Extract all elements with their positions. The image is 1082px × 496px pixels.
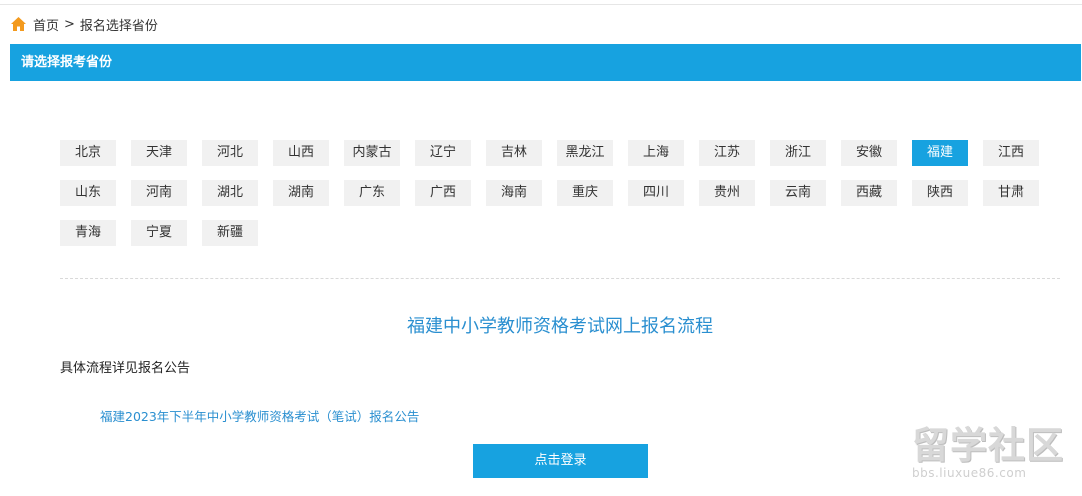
province-button-shandong[interactable]: 山东 (60, 180, 116, 206)
section-header: 请选择报考省份 (10, 44, 1081, 81)
province-button-shanghai[interactable]: 上海 (628, 140, 684, 166)
breadcrumb-separator: > (64, 16, 75, 32)
province-button-jiangsu[interactable]: 江苏 (699, 140, 755, 166)
province-button-guangdong[interactable]: 广东 (344, 180, 400, 206)
watermark-logo: 留学社区 (912, 424, 1064, 467)
province-button-anhui[interactable]: 安徽 (841, 140, 897, 166)
province-button-jiangxi[interactable]: 江西 (983, 140, 1039, 166)
province-button-yunnan[interactable]: 云南 (770, 180, 826, 206)
province-row-1: 北京 天津 河北 山西 内蒙古 辽宁 吉林 黑龙江 上海 江苏 浙江 安徽 福建… (60, 140, 1060, 166)
province-grid: 北京 天津 河北 山西 内蒙古 辽宁 吉林 黑龙江 上海 江苏 浙江 安徽 福建… (60, 140, 1060, 260)
notice-link[interactable]: 福建2023年下半年中小学教师资格考试（笔试）报名公告 (100, 406, 419, 425)
province-button-gansu[interactable]: 甘肃 (983, 180, 1039, 206)
section-title: 请选择报考省份 (21, 55, 113, 70)
breadcrumb-home-link[interactable]: 首页 (33, 15, 59, 34)
watermark-url: bbs.liuxue86.com (912, 466, 1027, 480)
province-button-heilongjiang[interactable]: 黑龙江 (557, 140, 613, 166)
top-divider (0, 4, 1082, 5)
province-row-2: 山东 河南 湖北 湖南 广东 广西 海南 重庆 四川 贵州 云南 西藏 陕西 甘… (60, 180, 1060, 206)
province-button-neimenggu[interactable]: 内蒙古 (344, 140, 400, 166)
login-button[interactable]: 点击登录 (473, 444, 648, 478)
province-button-sichuan[interactable]: 四川 (628, 180, 684, 206)
province-button-ningxia[interactable]: 宁夏 (131, 220, 187, 246)
province-button-shaanxi[interactable]: 陕西 (912, 180, 968, 206)
province-button-henan[interactable]: 河南 (131, 180, 187, 206)
province-button-zhejiang[interactable]: 浙江 (770, 140, 826, 166)
province-button-hunan[interactable]: 湖南 (273, 180, 329, 206)
province-row-3: 青海 宁夏 新疆 (60, 220, 1060, 246)
watermark: 留学社区 bbs.liuxue86.com (912, 426, 1072, 486)
province-button-hainan[interactable]: 海南 (486, 180, 542, 206)
province-button-guangxi[interactable]: 广西 (415, 180, 471, 206)
breadcrumb: 首页 > 报名选择省份 (10, 14, 158, 34)
province-button-liaoning[interactable]: 辽宁 (415, 140, 471, 166)
flow-title: 福建中小学教师资格考试网上报名流程 (407, 316, 713, 337)
province-button-hebei[interactable]: 河北 (202, 140, 258, 166)
province-button-jilin[interactable]: 吉林 (486, 140, 542, 166)
breadcrumb-current: 报名选择省份 (79, 18, 158, 34)
province-button-xizang[interactable]: 西藏 (841, 180, 897, 206)
province-button-qinghai[interactable]: 青海 (60, 220, 116, 246)
province-button-guizhou[interactable]: 贵州 (699, 180, 755, 206)
province-button-hubei[interactable]: 湖北 (202, 180, 258, 206)
home-icon[interactable] (10, 16, 27, 32)
province-button-beijing[interactable]: 北京 (60, 140, 116, 166)
province-button-fujian[interactable]: 福建 (912, 140, 968, 166)
dashed-divider (60, 278, 1060, 279)
province-button-tianjin[interactable]: 天津 (131, 140, 187, 166)
province-button-xinjiang[interactable]: 新疆 (202, 220, 258, 246)
detail-text: 具体流程详见报名公告 (60, 361, 191, 376)
province-button-shanxi[interactable]: 山西 (273, 140, 329, 166)
province-button-chongqing[interactable]: 重庆 (557, 180, 613, 206)
